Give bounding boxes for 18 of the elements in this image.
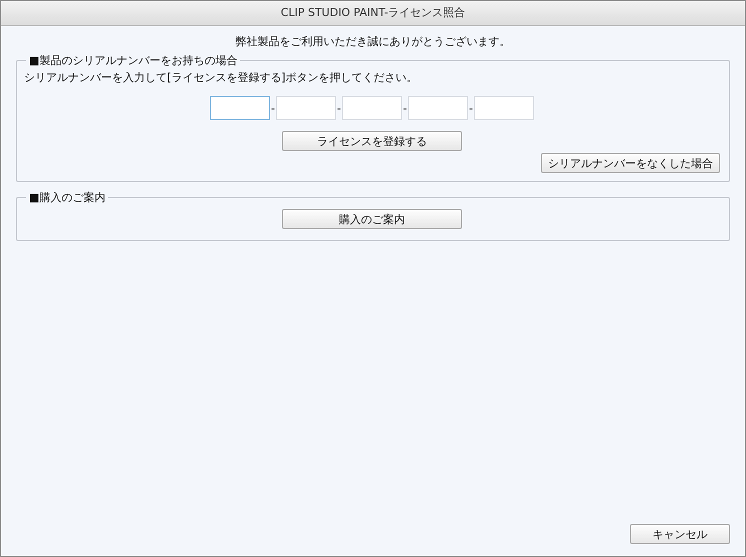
separator-dash: - <box>270 102 276 114</box>
lost-serial-button[interactable]: シリアルナンバーをなくした場合 <box>541 153 720 173</box>
separator-dash: - <box>468 102 474 114</box>
purchase-info-button[interactable]: 購入のご案内 <box>282 209 462 229</box>
greeting-text: 弊社製品をご利用いただき誠にありがとうございます。 <box>234 34 512 50</box>
serial-input-field[interactable] <box>210 96 270 120</box>
group-legend: ■購入のご案内 <box>26 190 108 205</box>
window-title: CLIP STUDIO PAINT-ライセンス照合 <box>1 1 745 26</box>
serial-input-field[interactable] <box>474 96 534 120</box>
cancel-button[interactable]: キャンセル <box>630 524 730 544</box>
serial-input-field[interactable] <box>342 96 402 120</box>
instruction-text: シリアルナンバーを入力して[ライセンスを登録する]ボタンを押してください。 <box>24 70 419 85</box>
serial-input-field[interactable] <box>408 96 468 120</box>
separator-dash: - <box>402 102 408 114</box>
register-license-button[interactable]: ライセンスを登録する <box>282 131 462 151</box>
separator-dash: - <box>336 102 342 114</box>
serial-input-field[interactable] <box>276 96 336 120</box>
group-legend: ■製品のシリアルナンバーをお持ちの場合 <box>26 53 240 68</box>
